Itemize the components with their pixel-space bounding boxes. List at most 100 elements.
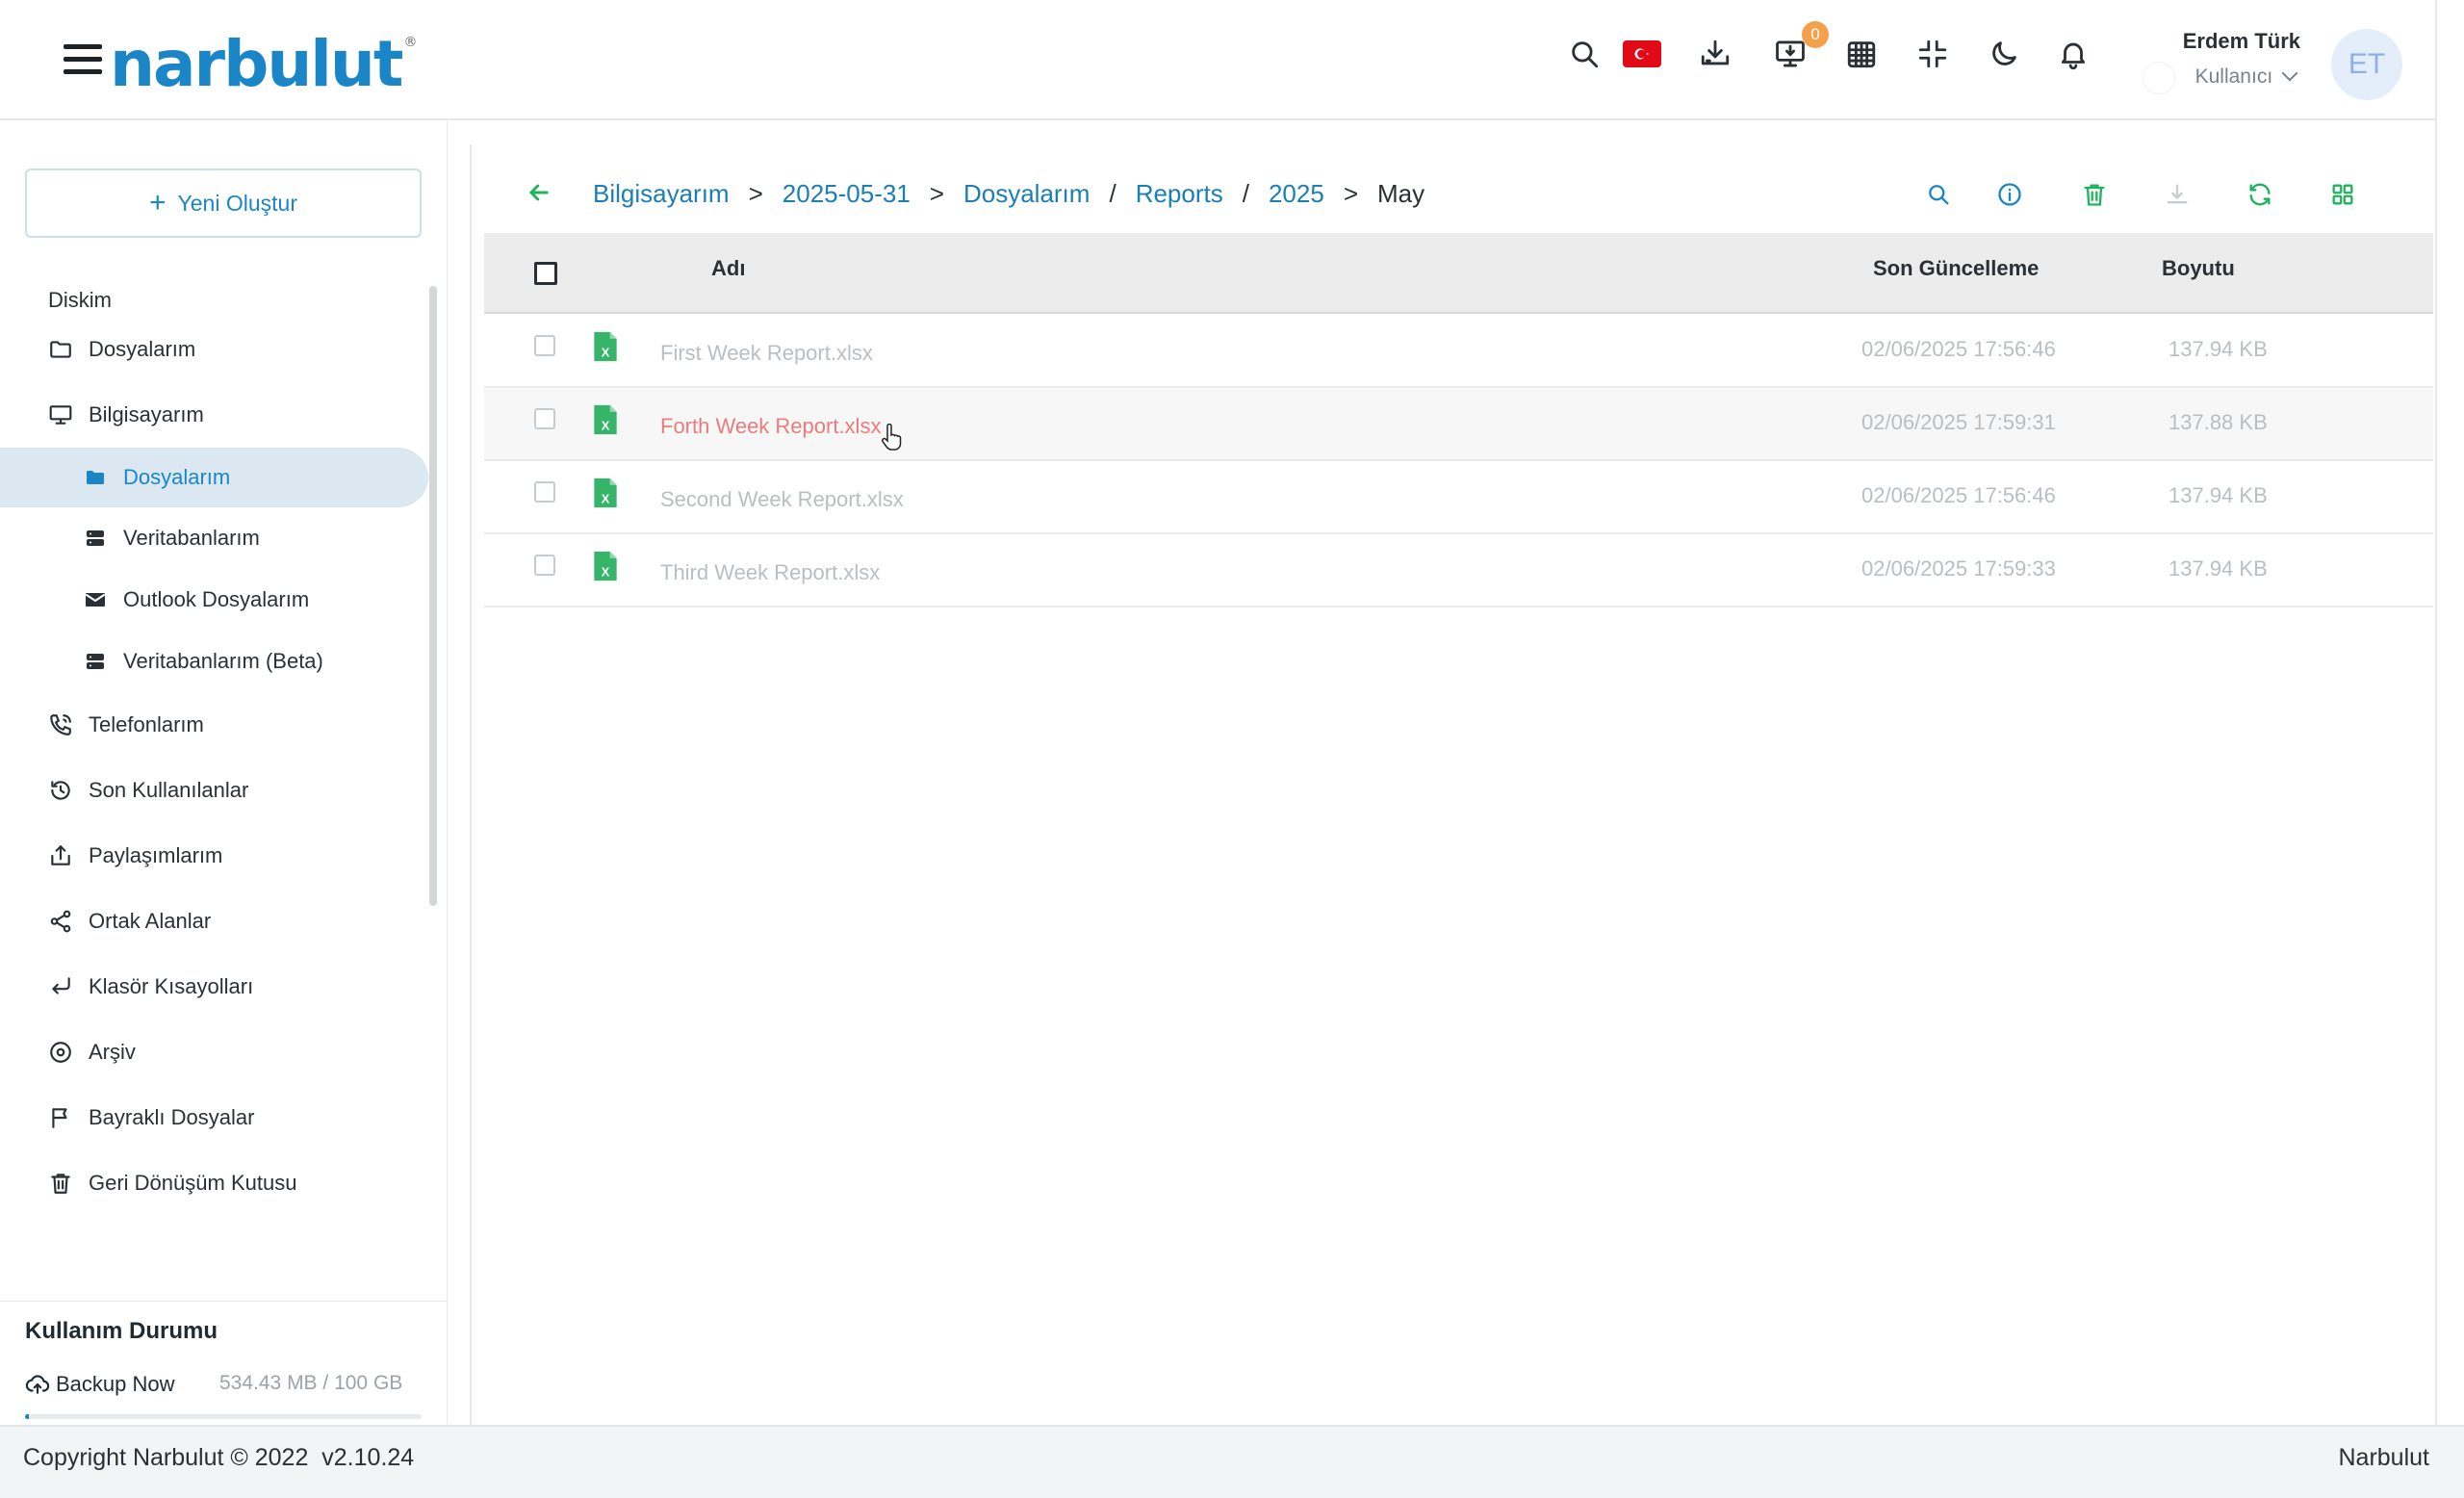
user-name: Erdem Türk: [2182, 29, 2300, 53]
back-arrow-button[interactable]: [526, 179, 554, 208]
storage-usage-fill: [25, 1414, 30, 1419]
breadcrumb-separator: >: [1343, 179, 1358, 208]
trash-icon: [46, 1169, 75, 1198]
sidebar-item-klasor-kisayollari[interactable]: Klasör Kısayolları: [0, 957, 428, 1017]
file-name[interactable]: Second Week Report.xlsx: [660, 487, 904, 512]
sidebar-item-outlook-dosyalarim[interactable]: Outlook Dosyalarım: [0, 570, 428, 630]
table-row[interactable]: X Forth Week Report.xlsx 02/06/2025 17:5…: [484, 389, 2433, 461]
row-checkbox[interactable]: [534, 408, 555, 429]
sidebar-item-label: Paylaşımlarım: [89, 843, 223, 867]
search-icon[interactable]: [1565, 35, 1604, 73]
file-modified: 02/06/2025 17:56:46: [1861, 483, 2056, 507]
breadcrumb-link-date[interactable]: 2025-05-31: [783, 179, 911, 209]
database-icon: [81, 647, 110, 676]
breadcrumb: Bilgisayarım > 2025-05-31 > Dosyalarım /…: [593, 179, 1424, 209]
sidebar-item-label: Klasör Kısayolları: [89, 974, 254, 998]
sidebar-item-label: Son Kullanılanlar: [89, 778, 249, 802]
table-row[interactable]: X Second Week Report.xlsx 02/06/2025 17:…: [484, 462, 2433, 534]
breadcrumb-link-reports[interactable]: Reports: [1136, 179, 1223, 209]
table-row[interactable]: X Third Week Report.xlsx 02/06/2025 17:5…: [484, 535, 2433, 607]
sidebar-item-dosyalarim[interactable]: Dosyalarım: [0, 320, 428, 379]
hamburger-menu-icon[interactable]: [64, 44, 102, 79]
copyright-text: Copyright Narbulut © 2022: [23, 1444, 309, 1471]
user-role-label: Kullanıcı: [2194, 65, 2273, 88]
user-role-dropdown[interactable]: Kullanıcı: [2156, 65, 2298, 89]
sidebar-item-ortak-alanlar[interactable]: Ortak Alanlar: [0, 891, 428, 951]
file-table-header: Adı Son Güncelleme Boyutu: [484, 233, 2433, 314]
download-icon[interactable]: [2160, 177, 2194, 212]
plus-icon: +: [149, 187, 167, 219]
breadcrumb-link-bilgisayarim[interactable]: Bilgisayarım: [593, 179, 730, 209]
share-upload-icon: [46, 841, 75, 870]
sidebar-item-veritabanlarim[interactable]: Veritabanlarım: [0, 508, 428, 568]
row-checkbox[interactable]: [534, 555, 555, 576]
sidebar-item-geri-donusum-kutusu[interactable]: Geri Dönüşüm Kutusu: [0, 1153, 428, 1213]
version-text: v2.10.24: [321, 1444, 415, 1471]
sidebar-item-telefonlarim[interactable]: Telefonlarım: [0, 695, 428, 755]
svg-text:X: X: [602, 419, 610, 433]
info-icon[interactable]: [1992, 177, 2027, 212]
file-modified: 02/06/2025 17:59:33: [1861, 556, 2056, 581]
column-header-modified[interactable]: Son Güncelleme: [1873, 256, 2039, 281]
sidebar-item-label: Veritabanlarım: [123, 526, 260, 550]
download-icon[interactable]: [1696, 35, 1734, 73]
sidebar-item-label: Ortak Alanlar: [89, 909, 212, 933]
narbulut-logo[interactable]: narbulut ®: [110, 27, 417, 101]
avatar[interactable]: ET: [2331, 29, 2402, 100]
breadcrumb-separator: /: [1109, 179, 1116, 208]
breadcrumb-separator: >: [748, 179, 763, 208]
row-checkbox[interactable]: [534, 335, 555, 356]
bell-icon[interactable]: [2054, 35, 2092, 73]
file-name[interactable]: Third Week Report.xlsx: [660, 560, 880, 585]
sidebar-item-bilgisayarim[interactable]: Bilgisayarım: [0, 385, 428, 445]
return-arrow-icon: [46, 972, 75, 1001]
file-name[interactable]: First Week Report.xlsx: [660, 341, 873, 366]
backup-now-button[interactable]: Backup Now: [25, 1372, 175, 1397]
sidebar-item-son-kullanilanlar[interactable]: Son Kullanılanlar: [0, 761, 428, 820]
file-name[interactable]: Forth Week Report.xlsx: [660, 414, 881, 439]
footer-brand[interactable]: Narbulut: [2339, 1444, 2430, 1472]
moon-icon[interactable]: [1985, 35, 2023, 73]
trash-icon[interactable]: [2077, 177, 2112, 212]
calendar-icon[interactable]: [1842, 35, 1881, 73]
breadcrumb-link-year[interactable]: 2025: [1269, 179, 1324, 209]
breadcrumb-link-dosyalarim[interactable]: Dosyalarım: [963, 179, 1090, 209]
file-size: 137.94 KB: [2169, 483, 2268, 507]
storage-usage-bar: [25, 1414, 422, 1419]
collapse-icon[interactable]: [1913, 35, 1952, 73]
sidebar-item-veritabanlarim-beta[interactable]: Veritabanlarım (Beta): [0, 632, 428, 691]
file-size: 137.88 KB: [2169, 410, 2268, 434]
select-all-checkbox[interactable]: [534, 262, 557, 285]
column-header-name[interactable]: Adı: [711, 256, 745, 281]
folder-icon: [46, 335, 75, 364]
sidebar-item-label: Outlook Dosyalarım: [123, 587, 310, 611]
logo-text: narbulut: [110, 27, 403, 101]
sidebar-item-bilgisayarim-dosyalarim[interactable]: Dosyalarım: [0, 448, 428, 507]
refresh-icon[interactable]: [2243, 177, 2277, 212]
file-size: 137.94 KB: [2169, 556, 2268, 581]
top-header: narbulut ® 0 Erdem Türk Kullanıcı ET: [0, 0, 2437, 120]
new-create-button[interactable]: + Yeni Oluştur: [25, 168, 422, 238]
download-count-badge: 0: [1802, 21, 1829, 48]
sidebar-item-label: Dosyalarım: [89, 337, 196, 361]
sidebar-scrollbar[interactable]: [429, 286, 437, 906]
envelope-icon: [81, 585, 110, 614]
flag-icon: [46, 1103, 75, 1132]
svg-text:X: X: [602, 492, 610, 506]
grid-view-icon[interactable]: [2325, 177, 2360, 212]
file-modified: 02/06/2025 17:59:31: [1861, 410, 2056, 434]
table-row[interactable]: X First Week Report.xlsx 02/06/2025 17:5…: [484, 316, 2433, 388]
turkish-flag-icon[interactable]: [1623, 40, 1661, 67]
sidebar-item-label: Telefonlarım: [89, 712, 204, 736]
share-nodes-icon: [46, 907, 75, 936]
row-checkbox[interactable]: [534, 481, 555, 503]
sidebar-item-bayrakli-dosyalar[interactable]: Bayraklı Dosyalar: [0, 1088, 428, 1148]
sidebar-item-paylasimlarim[interactable]: Paylaşımlarım: [0, 826, 428, 886]
search-icon[interactable]: [1921, 177, 1956, 212]
column-header-size[interactable]: Boyutu: [2162, 256, 2235, 281]
footer-copyright: Copyright Narbulut © 2022 v2.10.24: [23, 1444, 414, 1472]
storage-usage-text: 534.43 MB / 100 GB: [219, 1372, 403, 1394]
sidebar-item-arsiv[interactable]: Arşiv: [0, 1022, 428, 1082]
sidebar-item-label: Dosyalarım: [123, 465, 231, 489]
sidebar-item-label: Geri Dönüşüm Kutusu: [89, 1171, 297, 1195]
